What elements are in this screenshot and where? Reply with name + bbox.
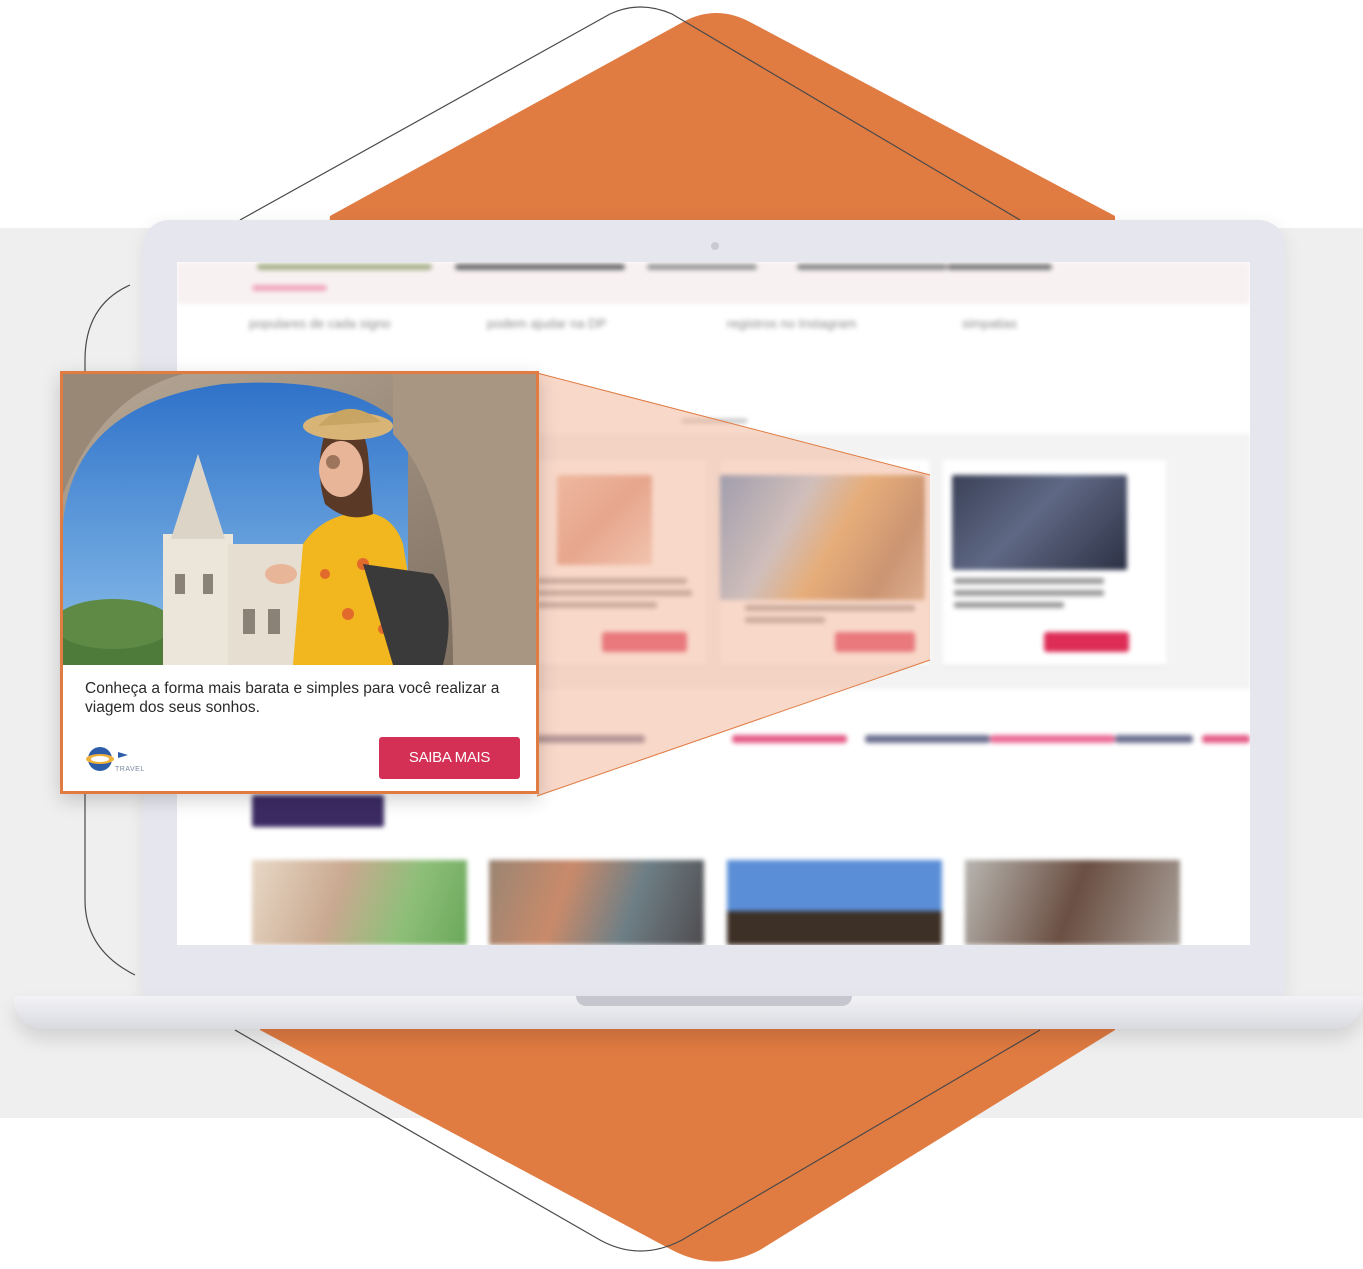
ad-popup[interactable]: Conheça a forma mais barata e simples pa…	[60, 371, 539, 794]
logo-caption: TRAVEL	[115, 766, 145, 773]
ad-travel-photo	[63, 374, 536, 665]
travel-photo-illustration	[63, 374, 536, 665]
ad-description: Conheça a forma mais barata e simples pa…	[85, 680, 500, 716]
globe-airplane-logo-icon: TRAVEL	[85, 742, 147, 776]
saiba-mais-button[interactable]: SAIBA MAIS	[379, 737, 520, 779]
